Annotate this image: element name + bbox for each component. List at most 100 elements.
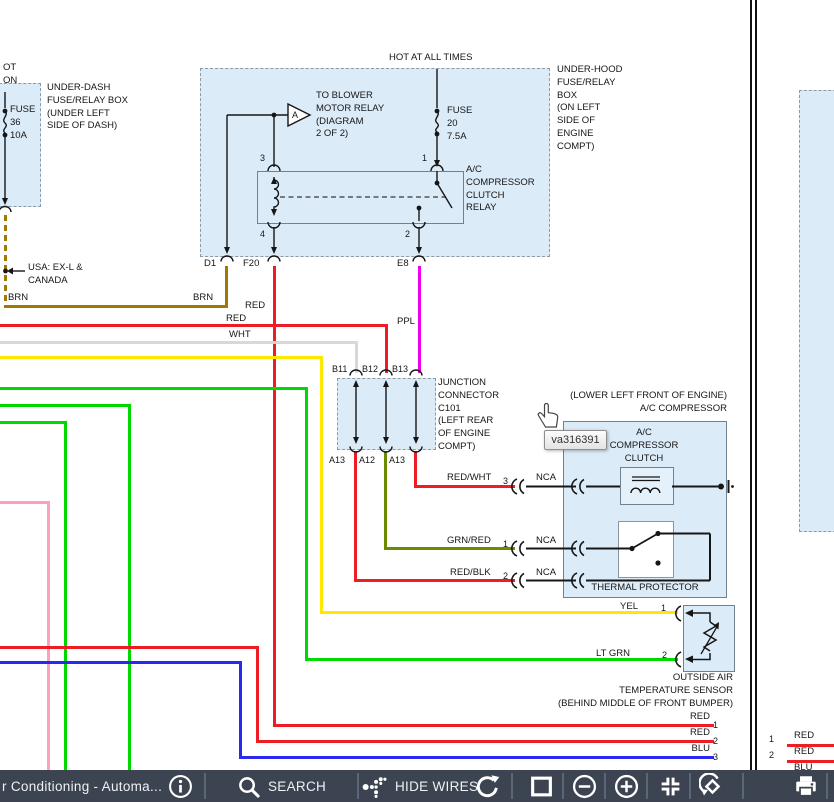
label-wire-red-e1: RED: [684, 711, 710, 724]
page2-component-box[interactable]: [799, 90, 834, 532]
wire-yel-h1[interactable]: [0, 356, 323, 359]
junction-connector-box[interactable]: [337, 378, 436, 450]
info-icon: [168, 774, 193, 799]
wire-pnk-v[interactable]: [47, 501, 50, 770]
wire-red2-h2[interactable]: [256, 740, 714, 743]
label-pin-b11: B11: [332, 364, 347, 374]
label-triangle-a: A: [292, 109, 298, 122]
print-button[interactable]: [793, 770, 819, 802]
info-button[interactable]: [168, 770, 193, 802]
wire-redblk-v[interactable]: [354, 451, 357, 582]
wire-redwht-v[interactable]: [414, 451, 417, 488]
search-button[interactable]: SEARCH: [237, 770, 326, 802]
label-junction: JUNCTION CONNECTOR C101 (LEFT REAR OF EN…: [438, 377, 499, 454]
outside-air-temp-sensor-box[interactable]: [683, 605, 735, 672]
label-wire-blu-e3: BLU: [684, 743, 710, 756]
wire-red-b12-v[interactable]: [385, 324, 388, 373]
refresh-button[interactable]: [474, 770, 501, 802]
label-comp-pin2: 2: [503, 571, 508, 581]
toolbar-separator: [646, 773, 648, 799]
label-relay-pin4: 4: [260, 229, 265, 239]
page2-left-border: [755, 0, 757, 770]
wire-red-f20-v[interactable]: [273, 266, 276, 727]
label-edge-pin2: 2: [713, 736, 718, 746]
label-wire-ppl: PPL: [397, 316, 415, 329]
label-pin-b12: B12: [362, 364, 378, 374]
rotate-diamond-icon: [699, 773, 726, 800]
label-underdash-box: UNDER-DASH FUSE/RELAY BOX (UNDER LEFT SI…: [47, 82, 128, 133]
label-relay: A/C COMPRESSOR CLUTCH RELAY: [466, 164, 535, 215]
label-sensor-pin1: 1: [661, 603, 666, 613]
toolbar-separator: [357, 773, 359, 799]
label-wire-yel: YEL: [612, 601, 638, 614]
wire-ltgrn-h1[interactable]: [0, 387, 308, 390]
wire-redwht-h[interactable]: [414, 485, 515, 488]
reset-view-button[interactable]: [699, 770, 726, 802]
clutch-coil-box: [620, 467, 674, 505]
label-fuse36: FUSE 36 10A: [10, 104, 35, 142]
underdash-fuse-box[interactable]: [0, 83, 41, 207]
wire-red-f20-h[interactable]: [273, 724, 714, 727]
label-pin-b13: B13: [392, 364, 408, 374]
zoom-in-icon: [614, 774, 639, 799]
label-nca-2: NCA: [536, 535, 556, 548]
hide-wires-label: HIDE WIRES: [395, 779, 478, 794]
label-p2-pin2: 2: [769, 750, 774, 760]
compress-arrows-icon: [658, 774, 683, 799]
label-wire-redwht: RED/WHT: [447, 472, 491, 485]
wire-grn3-h[interactable]: [0, 421, 67, 424]
wire-pnk-h[interactable]: [0, 501, 50, 504]
wire-red2-v[interactable]: [256, 646, 259, 743]
label-wire-brn-right: BRN: [193, 292, 213, 305]
wire-red2-h1[interactable]: [0, 646, 259, 649]
page1-right-border: [750, 0, 752, 770]
wire-redblk-h[interactable]: [354, 579, 515, 582]
wire-blu-h1[interactable]: [0, 661, 242, 664]
relay-box[interactable]: [257, 171, 464, 224]
label-outside-air-sensor: OUTSIDE AIR TEMPERATURE SENSOR (BEHIND M…: [553, 672, 733, 710]
fit-to-screen-button[interactable]: [658, 770, 683, 802]
wire-brn-d1[interactable]: [225, 266, 228, 308]
toolbar-separator: [204, 773, 206, 799]
label-compressor-location: (LOWER LEFT FRONT OF ENGINE): [540, 390, 727, 403]
wire-grn2-v[interactable]: [128, 404, 131, 770]
label-pin-e8: E8: [397, 258, 409, 271]
search-icon: [237, 775, 260, 798]
zoom-out-button[interactable]: [572, 770, 597, 802]
label-pin-a13r: A13: [389, 455, 405, 465]
fit-window-button[interactable]: [529, 770, 554, 802]
wire-brn-underdash[interactable]: [4, 215, 7, 307]
label-edge-pin3: 3: [713, 752, 718, 762]
wiring-diagram-viewer: OT ON UNDER-DASH FUSE/RELAY BOX (UNDER L…: [0, 0, 834, 802]
label-relay-pin3: 3: [260, 153, 265, 163]
diagram-title-tab[interactable]: r Conditioning - Automa...: [2, 770, 162, 802]
wire-blu-v[interactable]: [239, 661, 242, 759]
label-fuse20: FUSE 20 7.5A: [447, 105, 472, 143]
wire-wht-h[interactable]: [0, 341, 358, 344]
wire-red-b12-h[interactable]: [0, 324, 388, 327]
wire-yel-v[interactable]: [320, 356, 323, 614]
label-wire-red-e2: RED: [684, 727, 710, 740]
label-edge-pin1: 1: [713, 720, 718, 730]
wire-ltgrn-v[interactable]: [305, 387, 308, 660]
label-relay-pin2: 2: [405, 229, 410, 239]
label-nca-3: NCA: [536, 567, 556, 580]
wire-blu-h2[interactable]: [239, 756, 714, 759]
toolbar: r Conditioning - Automa... SEARCH: [0, 770, 834, 802]
zoom-in-button[interactable]: [614, 770, 639, 802]
wire-ppl-e8[interactable]: [418, 266, 421, 373]
wire-brn-horizontal[interactable]: [4, 305, 228, 308]
label-clutch: A/C COMPRESSOR CLUTCH: [600, 427, 688, 465]
label-p2-pin1: 1: [769, 734, 774, 744]
label-wire-red-f20: RED: [245, 300, 265, 313]
label-pin-d1: D1: [204, 258, 216, 271]
hide-wires-button[interactable]: HIDE WIRES: [362, 770, 478, 802]
label-usa-note: USA: EX-L & CANADA: [28, 262, 83, 288]
wire-grnred-v[interactable]: [384, 451, 387, 550]
label-wire-grnred: GRN/RED: [447, 535, 491, 548]
diagram-title: r Conditioning - Automa...: [2, 779, 162, 794]
wire-grn3-v[interactable]: [64, 421, 67, 770]
wire-grn2-h[interactable]: [0, 404, 131, 407]
refresh-icon: [474, 773, 501, 800]
wire-wht-v[interactable]: [355, 341, 358, 373]
